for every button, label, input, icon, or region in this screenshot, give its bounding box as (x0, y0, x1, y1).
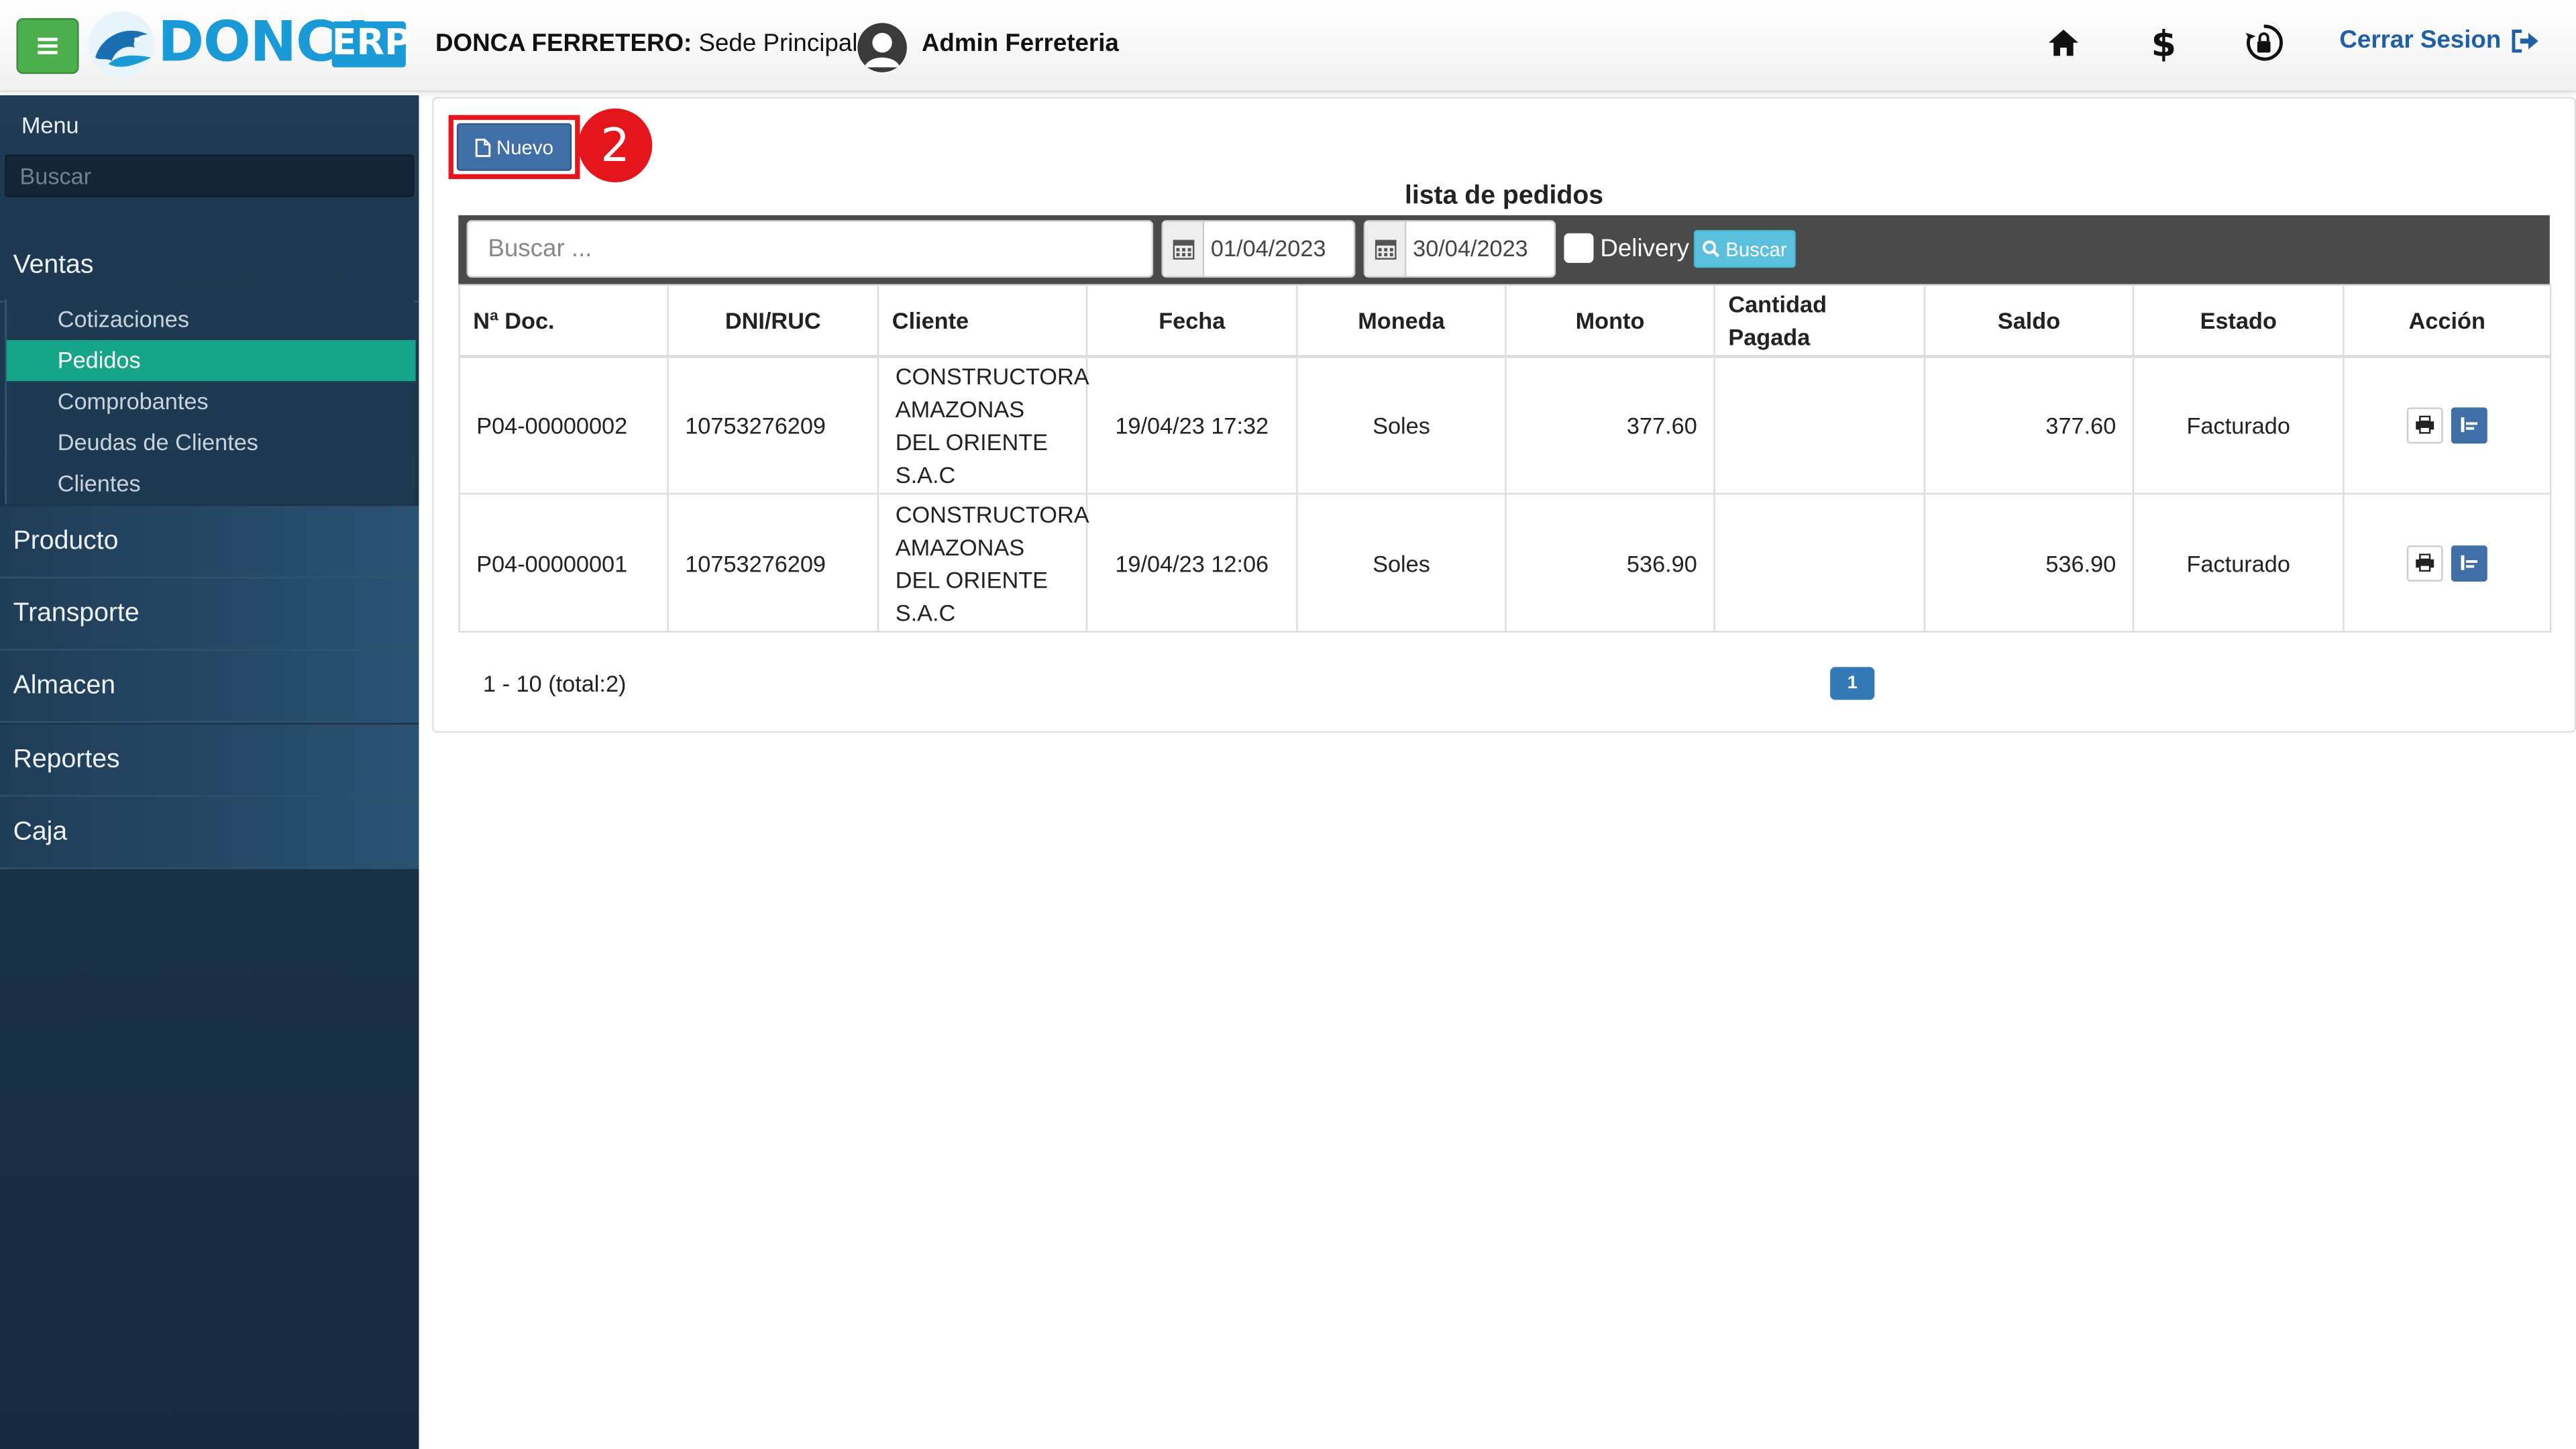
cell-accion (2343, 354, 2552, 495)
sidebar-item-clientes[interactable]: Clientes (7, 464, 416, 504)
cell-saldo: 536.90 (1923, 492, 2135, 633)
print-button[interactable] (2406, 544, 2443, 581)
table-header-row: Nª Doc. DNI/RUC Cliente Fecha Moneda Mon… (458, 284, 2552, 358)
pagination-page-1[interactable]: 1 (1830, 667, 1875, 700)
date-from-value: 01/04/2023 (1210, 235, 1326, 262)
cell-doc: P04-00000002 (458, 354, 669, 495)
lock-refresh-icon[interactable] (2244, 23, 2284, 62)
sidebar-item-pedidos[interactable]: Pedidos (6, 339, 416, 382)
date-to-value: 30/04/2023 (1413, 235, 1528, 262)
list-options-icon (2461, 555, 2478, 570)
sidebar-section-ventas[interactable]: Ventas (0, 230, 419, 303)
print-icon (2416, 553, 2434, 572)
sidebar-section-producto[interactable]: Producto (0, 506, 419, 579)
delivery-label: Delivery (1600, 235, 1690, 263)
table-row[interactable]: P04-00000002 10753276209 CONSTRUCTORA AM… (458, 354, 2552, 495)
user-avatar[interactable] (857, 23, 907, 72)
logout-link[interactable]: Cerrar Sesion (2339, 26, 2540, 54)
options-button[interactable] (2451, 544, 2487, 581)
sidebar-section-caja[interactable]: Caja (0, 796, 419, 869)
cell-moneda: Soles (1296, 492, 1507, 633)
menu-toggle-button[interactable] (16, 17, 79, 74)
sidebar-item-cotizaciones[interactable]: Cotizaciones (7, 299, 416, 340)
cell-moneda: Soles (1296, 354, 1507, 495)
cell-fecha: 19/04/23 12:06 (1085, 492, 1298, 633)
sidebar-section-transporte[interactable]: Transporte (0, 578, 419, 651)
cell-cantidad-pagada (1713, 492, 1926, 633)
svg-text:$: $ (2151, 23, 2176, 62)
cell-estado: Facturado (2132, 492, 2345, 633)
sidebar-section-almacen[interactable]: Almacen (0, 650, 419, 723)
col-header-estado[interactable]: Estado (2132, 284, 2345, 358)
calendar-icon (1163, 221, 1205, 276)
col-header-dni[interactable]: DNI/RUC (667, 284, 879, 358)
cell-doc: P04-00000001 (458, 492, 669, 633)
company-name: DONCA FERRETERO: (435, 30, 692, 58)
file-icon (476, 138, 491, 156)
cell-cliente: CONSTRUCTORA AMAZONAS DEL ORIENTE S.A.C (877, 492, 1089, 633)
company-label: DONCA FERRETERO: Sede Principal | (435, 30, 871, 58)
options-button[interactable] (2451, 407, 2487, 443)
sidebar-search-input[interactable]: Buscar (5, 154, 415, 197)
calendar-icon (1365, 221, 1407, 276)
cell-fecha: 19/04/23 17:32 (1085, 354, 1298, 495)
sidebar: Menu Buscar Ventas Cotizaciones Pedidos … (0, 95, 419, 1449)
col-header-monto[interactable]: Monto (1505, 284, 1715, 358)
cell-dni: 10753276209 (667, 492, 879, 633)
page-title: lista de pedidos (1404, 182, 1604, 211)
col-header-saldo[interactable]: Saldo (1923, 284, 2135, 358)
sidebar-item-deudas-clientes[interactable]: Deudas de Clientes (7, 422, 416, 463)
table-row[interactable]: P04-00000001 10753276209 CONSTRUCTORA AM… (458, 492, 2552, 633)
top-header: DONCA ERP DONCA FERRETERO: Sede Principa… (0, 0, 2576, 93)
step-number-badge: 2 (578, 108, 653, 182)
new-order-label: Nuevo (496, 136, 553, 159)
cell-dni: 10753276209 (667, 354, 879, 495)
sidebar-section-reportes[interactable]: Reportes (0, 724, 419, 797)
home-icon[interactable] (2044, 23, 2084, 62)
col-header-cantidad-pagada[interactable]: Cantidad Pagada (1713, 284, 1926, 358)
logout-label: Cerrar Sesion (2339, 26, 2502, 54)
cell-monto: 536.90 (1505, 492, 1715, 633)
cell-cliente: CONSTRUCTORA AMAZONAS DEL ORIENTE S.A.C (877, 354, 1089, 495)
sidebar-item-comprobantes[interactable]: Comprobantes (7, 381, 416, 422)
cell-cantidad-pagada (1713, 354, 1926, 495)
date-to-field[interactable]: 30/04/2023 (1363, 220, 1556, 278)
date-from-field[interactable]: 01/04/2023 (1161, 220, 1356, 278)
search-icon (1703, 240, 1720, 258)
menu-icon (38, 38, 58, 54)
col-header-moneda[interactable]: Moneda (1296, 284, 1507, 358)
user-icon (857, 23, 907, 72)
cell-accion (2343, 492, 2552, 633)
ventas-submenu: Cotizaciones Pedidos Comprobantes Deudas… (5, 299, 416, 504)
list-options-icon (2461, 417, 2478, 433)
dolphin-logo-icon (89, 11, 155, 78)
search-button[interactable]: Buscar (1693, 229, 1796, 268)
user-name[interactable]: Admin Ferreteria (922, 30, 1119, 58)
print-icon (2416, 416, 2434, 435)
print-button[interactable] (2406, 407, 2443, 443)
delivery-checkbox[interactable] (1564, 233, 1594, 263)
cell-monto: 377.60 (1505, 354, 1715, 495)
logo-erp-badge: ERP (331, 21, 411, 68)
orders-table: Nª Doc. DNI/RUC Cliente Fecha Moneda Mon… (458, 284, 2552, 633)
col-header-cliente[interactable]: Cliente (877, 284, 1088, 358)
new-order-button[interactable]: Nuevo (456, 123, 572, 171)
pagination-info: 1 - 10 (total:2) (483, 670, 627, 697)
dollar-icon[interactable]: $ (2144, 22, 2184, 64)
sidebar-title: Menu (21, 111, 79, 138)
col-header-accion: Acción (2343, 284, 2552, 358)
search-input[interactable]: Buscar ... (466, 220, 1154, 278)
search-button-label: Buscar (1725, 237, 1787, 261)
col-header-fecha[interactable]: Fecha (1085, 284, 1298, 358)
col-header-doc[interactable]: Nª Doc. (458, 284, 669, 358)
cell-saldo: 377.60 (1923, 354, 2135, 495)
logout-icon (2512, 28, 2539, 52)
cell-estado: Facturado (2132, 354, 2345, 495)
branch-name: Sede Principal | (692, 30, 871, 58)
